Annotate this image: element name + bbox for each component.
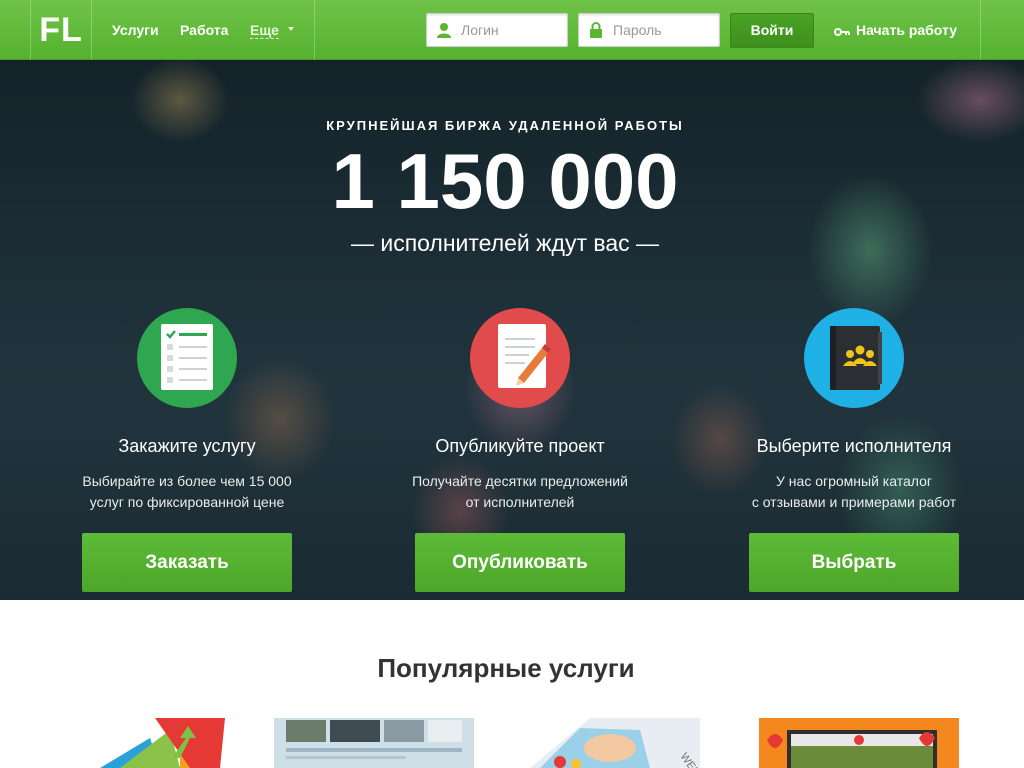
choose-button[interactable]: Выбрать xyxy=(749,533,959,592)
feature-description: Получайте десятки предложений от исполнит… xyxy=(412,473,628,510)
service-thumbnail-chart[interactable] xyxy=(80,718,280,768)
login-field[interactable] xyxy=(426,13,568,47)
feature-title: Закажите услугу xyxy=(118,436,256,456)
publish-button[interactable]: Опубликовать xyxy=(415,533,625,592)
feature-description: Выбирайте из более чем 15 000 услуг по фи… xyxy=(82,473,292,510)
hero-tagline: — исполнителей ждут вас — xyxy=(350,230,660,256)
service-thumbnail-landing[interactable] xyxy=(759,718,959,768)
nav-work[interactable]: Работа xyxy=(180,22,228,38)
chevron-down-icon xyxy=(288,27,294,31)
lock-icon xyxy=(590,22,602,38)
logo[interactable]: FL xyxy=(30,0,92,60)
nav-more[interactable]: Еще xyxy=(250,22,279,39)
login-input[interactable] xyxy=(461,14,561,46)
header-divider xyxy=(980,0,981,60)
hero-section: КРУПНЕЙШАЯ БИРЖА УДАЛЕННОЙ РАБОТЫ 1 150 … xyxy=(0,60,1024,600)
feature-description: У нас огромный каталог с отзывами и приме… xyxy=(751,473,957,510)
service-thumbnail-webdesign[interactable]: WEB D xyxy=(530,718,730,768)
feature-publish-project: Опубликуйте проект Получайте десятки пре… xyxy=(355,308,685,592)
nav-services[interactable]: Услуги xyxy=(112,22,159,38)
feature-order-service: Закажите услугу Выбирайте из более чем 1… xyxy=(22,308,352,592)
popular-services-title: Популярные услуги xyxy=(377,653,635,683)
document-pencil-icon xyxy=(470,308,570,408)
feature-title: Опубликуйте проект xyxy=(435,436,605,456)
login-button[interactable]: Войти xyxy=(730,13,814,48)
key-icon xyxy=(834,28,850,36)
feature-choose-freelancer: Выберите исполнителя У нас огромный ката… xyxy=(689,308,1019,592)
user-icon xyxy=(437,23,451,38)
password-input[interactable] xyxy=(613,14,713,46)
header-divider xyxy=(314,0,315,60)
checklist-icon xyxy=(137,308,237,408)
password-field[interactable] xyxy=(578,13,720,47)
top-header: FL Услуги Работа Еще Войти Начать работу xyxy=(0,0,1024,60)
feature-title: Выберите исполнителя xyxy=(756,436,952,456)
start-work-label: Начать работу xyxy=(856,22,957,38)
hero-subtitle: КРУПНЕЙШАЯ БИРЖА УДАЛЕННОЙ РАБОТЫ xyxy=(326,118,684,133)
start-work-link[interactable]: Начать работу xyxy=(834,22,957,38)
service-thumbnail-website[interactable] xyxy=(274,718,474,768)
catalog-book-icon xyxy=(804,308,904,408)
hero-number: 1 150 000 xyxy=(331,137,679,225)
order-button[interactable]: Заказать xyxy=(82,533,292,592)
